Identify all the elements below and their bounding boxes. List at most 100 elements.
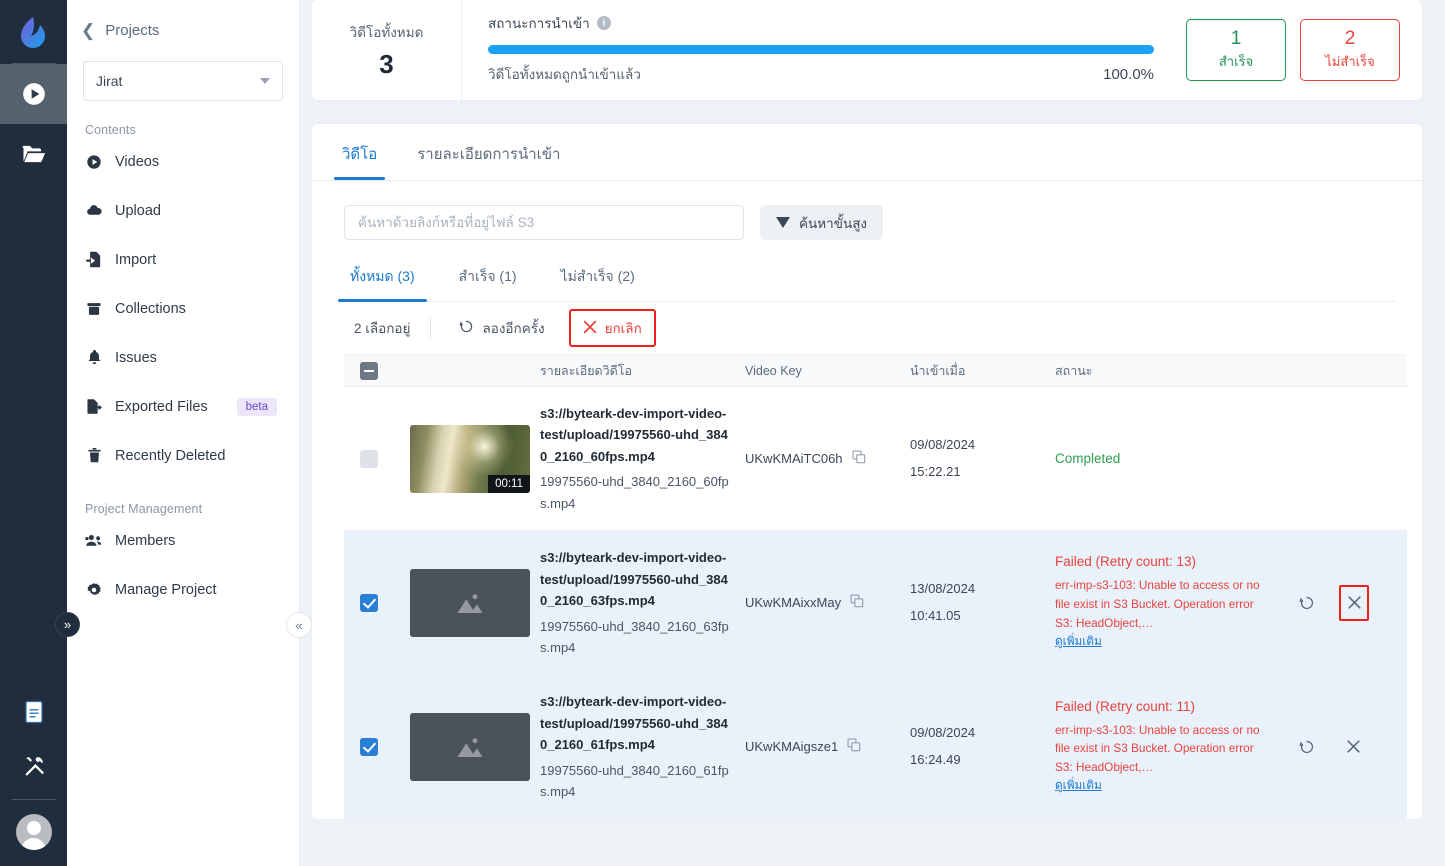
copy-icon[interactable] bbox=[850, 594, 864, 611]
beta-badge: beta bbox=[236, 397, 277, 416]
archive-box-icon bbox=[85, 300, 103, 318]
progress-footer: วิดีโอทั้งหมดถูกนำเข้าแล้ว 100.0% bbox=[488, 63, 1154, 85]
chevron-left-icon: ❮ bbox=[81, 21, 96, 40]
bell-icon bbox=[85, 349, 103, 367]
tab-videos[interactable]: วิดีโอ bbox=[333, 142, 386, 180]
progress-caption: วิดีโอทั้งหมดถูกนำเข้าแล้ว bbox=[488, 67, 641, 82]
sidebar-item-label: Recently Deleted bbox=[115, 447, 226, 464]
info-icon[interactable]: i bbox=[596, 16, 611, 30]
rail-bottom-group bbox=[0, 685, 67, 866]
sidebar-item-exported-files[interactable]: Exported Files beta bbox=[67, 382, 299, 431]
video-play-icon bbox=[85, 153, 103, 171]
sidebar-item-issues[interactable]: Issues bbox=[67, 333, 299, 382]
import-progress-block: สถานะการนำเข้า i วิดีโอทั้งหมดถูกนำเข้าแ… bbox=[462, 0, 1176, 100]
back-to-projects-link[interactable]: ❮ Projects bbox=[67, 18, 299, 39]
table-row[interactable]: s3://byteark-dev-import-video-test/uploa… bbox=[344, 674, 1407, 819]
avatar[interactable] bbox=[15, 814, 52, 850]
bulk-retry-button[interactable]: ลองอีกครั้ง bbox=[449, 310, 554, 346]
row-key-cell: UKwKMAigsze1 bbox=[737, 674, 902, 819]
bulk-retry-label: ลองอีกครั้ง bbox=[482, 321, 545, 336]
see-more-link[interactable]: ดูเพิ่มเติม bbox=[1055, 776, 1102, 795]
sidebar-item-collections[interactable]: Collections bbox=[67, 284, 299, 333]
import-date: 09/08/2024 bbox=[910, 725, 976, 741]
sidebar-item-label: Collections bbox=[115, 300, 186, 317]
tab-import-details[interactable]: รายละเอียดการนำเข้า bbox=[413, 142, 564, 180]
failure-counter-box[interactable]: 2 ไม่สำเร็จ bbox=[1300, 19, 1400, 81]
rail-item-docs[interactable] bbox=[0, 685, 67, 739]
status-badge: Completed bbox=[1055, 451, 1121, 467]
app-root: ❮ Projects Jirat Contents Videos Upload … bbox=[0, 0, 1445, 866]
video-key-value: UKwKMAigsze1 bbox=[745, 739, 839, 755]
subtab-failed[interactable]: ไม่สำเร็จ (2) bbox=[555, 266, 641, 301]
row-checkbox-cell bbox=[344, 386, 402, 532]
row-key-cell: UKwKMAiTC06h bbox=[737, 386, 902, 532]
status-subtabs: ทั้งหมด (3) สำเร็จ (1) ไม่สำเร็จ (2) bbox=[338, 266, 1396, 302]
folder-open-icon bbox=[21, 145, 45, 163]
row-checkbox[interactable] bbox=[360, 449, 378, 468]
sidebar-item-label: Members bbox=[115, 532, 176, 549]
rotate-ccw-icon bbox=[459, 319, 474, 337]
advanced-search-button[interactable]: ค้นหาขั้นสูง bbox=[760, 205, 884, 240]
file-export-icon bbox=[85, 398, 103, 416]
sidebar-item-videos[interactable]: Videos bbox=[67, 137, 299, 186]
rail-divider-bottom bbox=[11, 799, 56, 800]
sidebar-item-members[interactable]: Members bbox=[67, 516, 299, 565]
bulk-cancel-button[interactable]: ยกเลิก bbox=[568, 309, 656, 347]
search-input[interactable] bbox=[344, 205, 744, 240]
rail-item-tools[interactable] bbox=[0, 739, 67, 793]
filter-funnel-icon bbox=[776, 217, 790, 228]
row-date-cell: 13/08/2024 10:41.05 bbox=[902, 530, 1047, 676]
tools-icon bbox=[25, 757, 44, 776]
cancel-button[interactable] bbox=[1339, 733, 1367, 761]
row-date-cell: 09/08/2024 15:22.21 bbox=[902, 386, 1047, 532]
video-thumbnail-placeholder[interactable] bbox=[410, 568, 530, 637]
cancel-button[interactable] bbox=[1339, 584, 1369, 621]
copy-icon[interactable] bbox=[847, 738, 861, 755]
sidebar-item-import[interactable]: Import bbox=[67, 235, 299, 284]
chevron-down-icon bbox=[260, 78, 270, 84]
bulk-divider bbox=[430, 317, 432, 339]
back-label: Projects bbox=[105, 22, 160, 39]
status-badge: Failed (Retry count: 13) bbox=[1055, 554, 1197, 570]
duration-badge: 00:11 bbox=[488, 474, 530, 493]
sidebar-item-label: Import bbox=[115, 251, 157, 268]
subtab-all[interactable]: ทั้งหมด (3) bbox=[338, 266, 427, 302]
failure-label: ไม่สำเร็จ bbox=[1325, 54, 1375, 69]
row-detail-cell: s3://byteark-dev-import-video-test/uploa… bbox=[532, 530, 737, 676]
retry-button[interactable] bbox=[1293, 733, 1321, 761]
row-thumbnail-cell: 00:11 bbox=[402, 386, 532, 532]
sidebar-item-manage-project[interactable]: Manage Project bbox=[67, 565, 299, 614]
see-more-link[interactable]: ดูเพิ่มเติม bbox=[1055, 632, 1102, 651]
header-checkbox-cell bbox=[344, 354, 402, 387]
video-thumbnail[interactable]: 00:11 bbox=[410, 424, 530, 493]
row-checkbox[interactable] bbox=[360, 593, 378, 612]
sidebar-item-label: Upload bbox=[115, 202, 161, 219]
row-status-cell: Failed (Retry count: 11) err-imp-s3-103:… bbox=[1047, 674, 1277, 819]
row-status-cell: Completed bbox=[1047, 386, 1277, 532]
document-icon bbox=[24, 700, 43, 724]
rail-item-projects[interactable] bbox=[0, 124, 67, 184]
video-source-path: s3://byteark-dev-import-video-test/uploa… bbox=[540, 694, 728, 753]
retry-button[interactable] bbox=[1293, 589, 1321, 617]
chevrons-right-icon[interactable]: » bbox=[55, 612, 80, 637]
table-row[interactable]: 00:11 s3://byteark-dev-import-video-test… bbox=[344, 386, 1407, 532]
byteark-logo-icon[interactable] bbox=[14, 12, 54, 54]
project-selector[interactable]: Jirat bbox=[83, 61, 283, 101]
sidebar-item-label: Videos bbox=[115, 153, 160, 170]
video-thumbnail-placeholder[interactable] bbox=[410, 712, 530, 781]
import-time: 16:24.49 bbox=[910, 751, 961, 767]
select-all-checkbox[interactable] bbox=[360, 361, 378, 380]
copy-icon[interactable] bbox=[852, 450, 866, 467]
rail-item-videos[interactable] bbox=[0, 64, 67, 124]
subtab-success[interactable]: สำเร็จ (1) bbox=[453, 266, 523, 301]
sidebar-item-recently-deleted[interactable]: Recently Deleted bbox=[67, 431, 299, 480]
table-row[interactable]: s3://byteark-dev-import-video-test/uploa… bbox=[344, 530, 1407, 676]
import-date: 09/08/2024 bbox=[910, 436, 976, 452]
success-counter-box[interactable]: 1 สำเร็จ bbox=[1186, 19, 1286, 81]
users-icon bbox=[85, 532, 103, 550]
row-checkbox[interactable] bbox=[360, 737, 378, 756]
chevrons-left-icon[interactable]: « bbox=[286, 612, 312, 638]
success-count: 1 bbox=[1230, 28, 1242, 49]
sidebar-item-upload[interactable]: Upload bbox=[67, 186, 299, 235]
progress-label: สถานะการนำเข้า bbox=[488, 16, 590, 31]
